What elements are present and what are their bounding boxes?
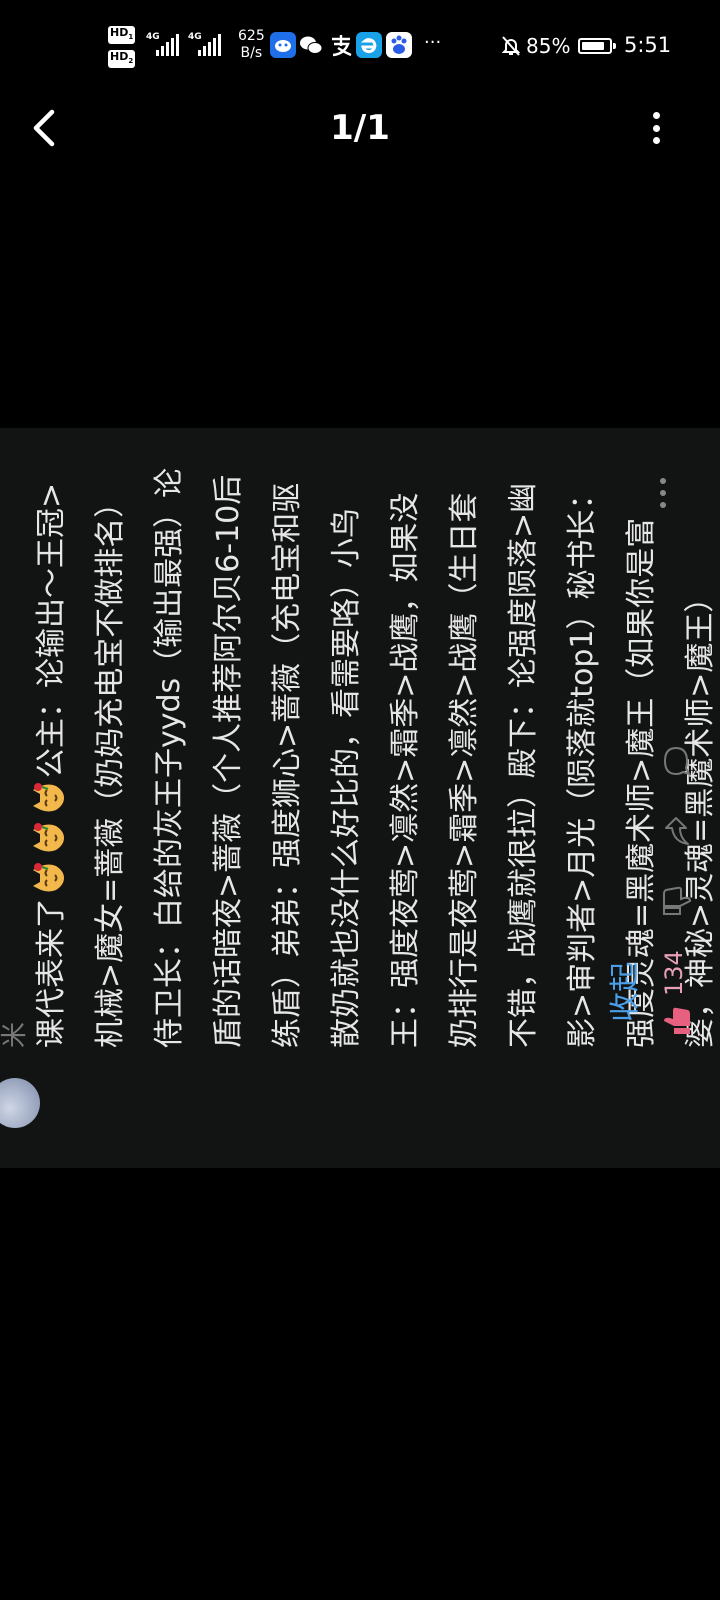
cat-rose-emoji [33,783,64,812]
avatar[interactable] [0,1078,40,1128]
more-vertical-icon[interactable] [650,112,662,144]
like-icon[interactable] [660,1004,694,1038]
browser-e-icon [356,32,382,58]
more-horizontal-icon[interactable] [660,478,666,508]
battery-percent: 85% [526,34,571,58]
battery-icon [578,38,616,54]
cat-rose-emoji [33,863,64,892]
mute-bell-icon [502,36,520,56]
reply-icon[interactable] [660,744,694,778]
collapse-link[interactable]: 收起 [600,962,644,1022]
comment-text: 课代表来了公主：论输出～王冠>机械>魔女=蔷薇（奶妈充电宝不做排名）侍卫长：白给… [22,464,720,1048]
alipay-icon [328,32,354,58]
sim1-hd-badge: HD1 [108,26,136,45]
app-notification-icon [270,32,296,58]
sim2-hd-badge: HD2 [108,50,136,69]
page-indicator: 1/1 [330,108,390,148]
dislike-icon[interactable] [660,884,694,918]
sim2-label: HD [110,50,129,63]
like-count: 134 [660,950,688,996]
comment-body: 公主：论输出～王冠>机械>魔女=蔷薇（奶妈充电宝不做排名）侍卫长：白给的灰王子y… [34,467,718,1048]
share-icon[interactable] [660,814,694,848]
network-speed: 625 B/s [238,28,265,62]
sim1-label: HD [110,26,129,39]
speed-value: 625 [238,28,265,44]
comment-lead: 课代表来了 [34,898,69,1048]
speed-unit: B/s [240,45,263,61]
emoji-group [33,778,69,898]
baidu-icon [386,32,412,58]
more-notifications-icon: ··· [424,32,442,53]
comment-card: 米 课代表来了公主：论输出～王冠>机械>魔女=蔷薇（奶妈充电宝不做排名）侍卫长：… [0,428,720,1168]
status-bar: HD1 HD2 4G 4G 625 B/s ··· 85% 5:51 [0,0,720,92]
cat-rose-emoji [33,823,64,852]
wechat-icon [298,32,324,58]
clock: 5:51 [624,33,672,57]
image-viewer[interactable]: 米 课代表来了公主：论输出～王冠>机械>魔女=蔷薇（奶妈充电宝不做排名）侍卫长：… [0,428,720,1168]
